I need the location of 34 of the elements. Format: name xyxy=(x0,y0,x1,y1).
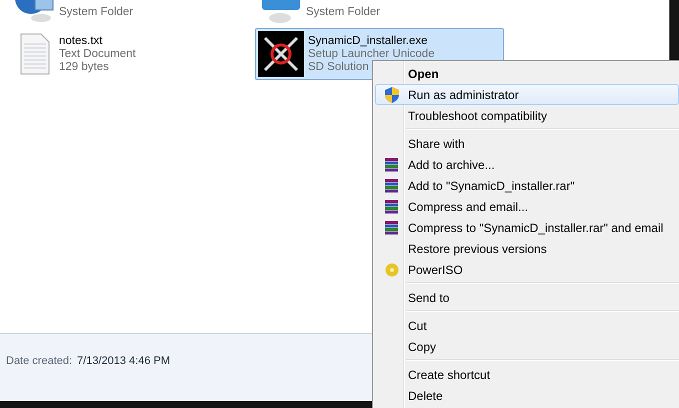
disc-icon xyxy=(385,262,399,276)
menu-item[interactable]: Compress and email... xyxy=(375,196,679,217)
books-icon xyxy=(385,158,399,172)
books-icon xyxy=(385,178,399,192)
menu-item[interactable]: Run as administrator xyxy=(375,84,679,105)
menu-item[interactable]: Share with xyxy=(375,133,679,154)
menu-item[interactable]: Create shortcut xyxy=(375,364,679,385)
file-info: 129 bytes xyxy=(59,60,109,74)
menu-item[interactable]: Compress to "SynamicD_installer.rar" and email xyxy=(375,217,679,238)
menu-item[interactable]: Delete xyxy=(375,385,679,406)
shield-icon xyxy=(385,86,399,102)
file-item[interactable]: System Folder xyxy=(8,0,257,28)
books-icon xyxy=(385,200,399,214)
menu-item[interactable]: Add to "SynamicD_installer.rar" xyxy=(375,175,679,196)
file-item[interactable]: notes.txt Text Document 129 bytes xyxy=(8,28,257,80)
menu-item[interactable]: Send to xyxy=(375,287,679,308)
menu-item[interactable]: Copy xyxy=(375,336,679,357)
menu-item[interactable]: Cut xyxy=(375,315,679,336)
file-type: System Folder xyxy=(59,6,134,18)
menu-item[interactable]: Restore previous versions xyxy=(375,238,679,259)
menu-item[interactable]: PowerISO xyxy=(375,259,679,280)
menu-item[interactable]: Add to archive... xyxy=(375,154,679,175)
menu-item[interactable]: Troubleshoot compatibility xyxy=(375,105,679,126)
app-icon xyxy=(258,31,304,77)
file-info: SD Solution xyxy=(308,60,369,74)
file-type: System Folder xyxy=(306,6,380,18)
books-icon xyxy=(385,220,399,234)
file-item[interactable]: System Folder xyxy=(255,0,504,28)
file-name: notes.txt xyxy=(59,34,102,48)
file-type: Setup Launcher Unicode xyxy=(308,48,435,60)
file-type: Text Document xyxy=(59,48,136,60)
file-name: SynamicD_installer.exe xyxy=(308,34,428,48)
details-label: Date created: xyxy=(6,354,72,366)
details-value: 7/13/2013 4:46 PM xyxy=(77,354,170,366)
